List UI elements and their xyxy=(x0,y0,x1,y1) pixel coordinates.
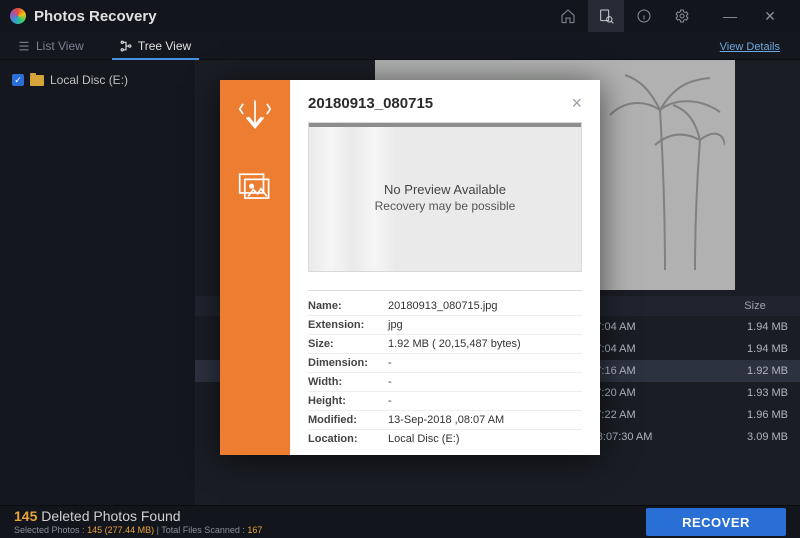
no-preview-text: No Preview Available xyxy=(384,182,506,197)
picture-stack-icon xyxy=(238,172,272,207)
footer-bar: 145 Deleted Photos Found Selected Photos… xyxy=(0,505,800,538)
recovery-possible-text: Recovery may be possible xyxy=(375,199,516,213)
settings-button[interactable] xyxy=(664,0,700,32)
col-header-size[interactable]: Size xyxy=(710,300,800,312)
view-details-link[interactable]: View Details xyxy=(720,41,780,53)
app-logo-icon xyxy=(10,8,26,24)
modal-close-button[interactable]: × xyxy=(571,94,582,112)
modal-side-panel xyxy=(220,80,290,455)
tab-list-view[interactable]: List View xyxy=(0,32,102,59)
view-tabs: List View Tree View View Details xyxy=(0,32,800,60)
info-button[interactable] xyxy=(626,0,662,32)
tab-tree-label: Tree View xyxy=(138,39,191,53)
tab-list-label: List View xyxy=(36,39,84,53)
file-details-list: Name:20180913_080715.jpg Extension:jpg S… xyxy=(308,290,582,448)
modal-title: 20180913_080715 xyxy=(308,95,433,112)
tab-tree-view[interactable]: Tree View xyxy=(102,32,209,59)
app-title: Photos Recovery xyxy=(34,8,157,25)
tree-node-local-disc[interactable]: ✓ Local Disc (E:) xyxy=(12,70,183,90)
sidebar-tree: ✓ Local Disc (E:) xyxy=(0,60,195,505)
home-button[interactable] xyxy=(550,0,586,32)
download-arrow-icon xyxy=(238,98,272,147)
tree-node-checkbox[interactable]: ✓ xyxy=(12,74,24,86)
title-bar: Photos Recovery — ✕ xyxy=(0,0,800,32)
folder-icon xyxy=(30,75,44,86)
tree-node-label: Local Disc (E:) xyxy=(50,73,128,87)
close-window-button[interactable]: ✕ xyxy=(750,0,790,32)
recover-button[interactable]: RECOVER xyxy=(646,508,786,536)
preview-unavailable-box: No Preview Available Recovery may be pos… xyxy=(308,122,582,272)
footer-subtitle: Selected Photos : 145 (277.44 MB) | Tota… xyxy=(14,525,262,536)
deep-scan-button[interactable] xyxy=(588,0,624,32)
file-details-modal: 20180913_080715 × No Preview Available R… xyxy=(220,80,600,455)
footer-title: 145 Deleted Photos Found xyxy=(14,508,262,525)
minimize-button[interactable]: — xyxy=(710,0,750,32)
